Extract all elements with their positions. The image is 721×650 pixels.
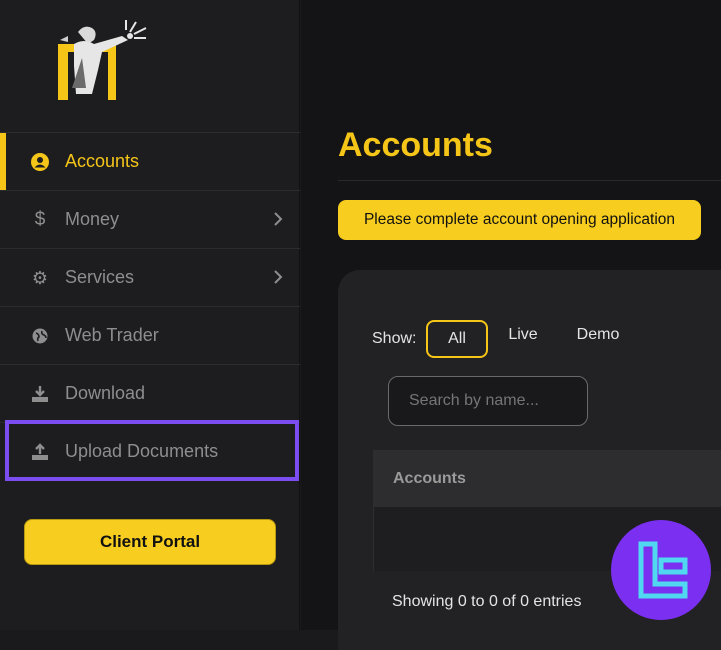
chevron-right-icon <box>274 270 283 284</box>
tradingfinder-logo-icon <box>611 520 711 620</box>
gear-icon: ⚙ <box>31 267 49 288</box>
filter-all-button[interactable]: All <box>426 320 488 358</box>
chevron-right-icon <box>274 212 283 226</box>
sidebar-item-money[interactable]: $ Money <box>0 190 300 248</box>
complete-application-banner[interactable]: Please complete account opening applicat… <box>338 200 701 240</box>
sidebar-nav: Accounts $ Money ⚙ Services Web Trader D… <box>0 132 300 480</box>
search-input[interactable] <box>388 376 588 426</box>
sidebar-item-label: Upload Documents <box>65 441 219 461</box>
entries-info: Showing 0 to 0 of 0 entries <box>392 593 582 610</box>
table-header-accounts[interactable]: Accounts <box>374 451 721 507</box>
divider <box>338 180 721 181</box>
sidebar: Accounts $ Money ⚙ Services Web Trader D… <box>0 0 300 630</box>
sidebar-item-web-trader[interactable]: Web Trader <box>0 306 300 364</box>
filter-live-button[interactable]: Live <box>500 316 546 354</box>
sidebar-item-label: Money <box>65 209 120 229</box>
brand-logo <box>58 20 147 100</box>
show-label: Show: <box>372 330 417 347</box>
sidebar-item-services[interactable]: ⚙ Services <box>0 248 300 306</box>
sidebar-item-label: Accounts <box>65 151 140 171</box>
sidebar-item-label: Web Trader <box>65 325 159 345</box>
sidebar-item-accounts[interactable]: Accounts <box>0 132 300 191</box>
sidebar-item-download[interactable]: Download <box>0 364 300 422</box>
globe-icon <box>31 327 49 345</box>
client-portal-button[interactable]: Client Portal <box>24 519 276 565</box>
sidebar-item-upload-documents[interactable]: Upload Documents <box>0 422 300 480</box>
user-circle-icon <box>31 153 49 171</box>
sidebar-item-label: Services <box>65 267 135 287</box>
download-icon <box>31 385 49 403</box>
sidebar-item-label: Download <box>65 383 146 403</box>
page-title: Accounts <box>338 126 493 164</box>
dollar-icon: $ <box>34 209 46 230</box>
filter-demo-button[interactable]: Demo <box>570 316 626 354</box>
upload-icon <box>31 443 49 461</box>
